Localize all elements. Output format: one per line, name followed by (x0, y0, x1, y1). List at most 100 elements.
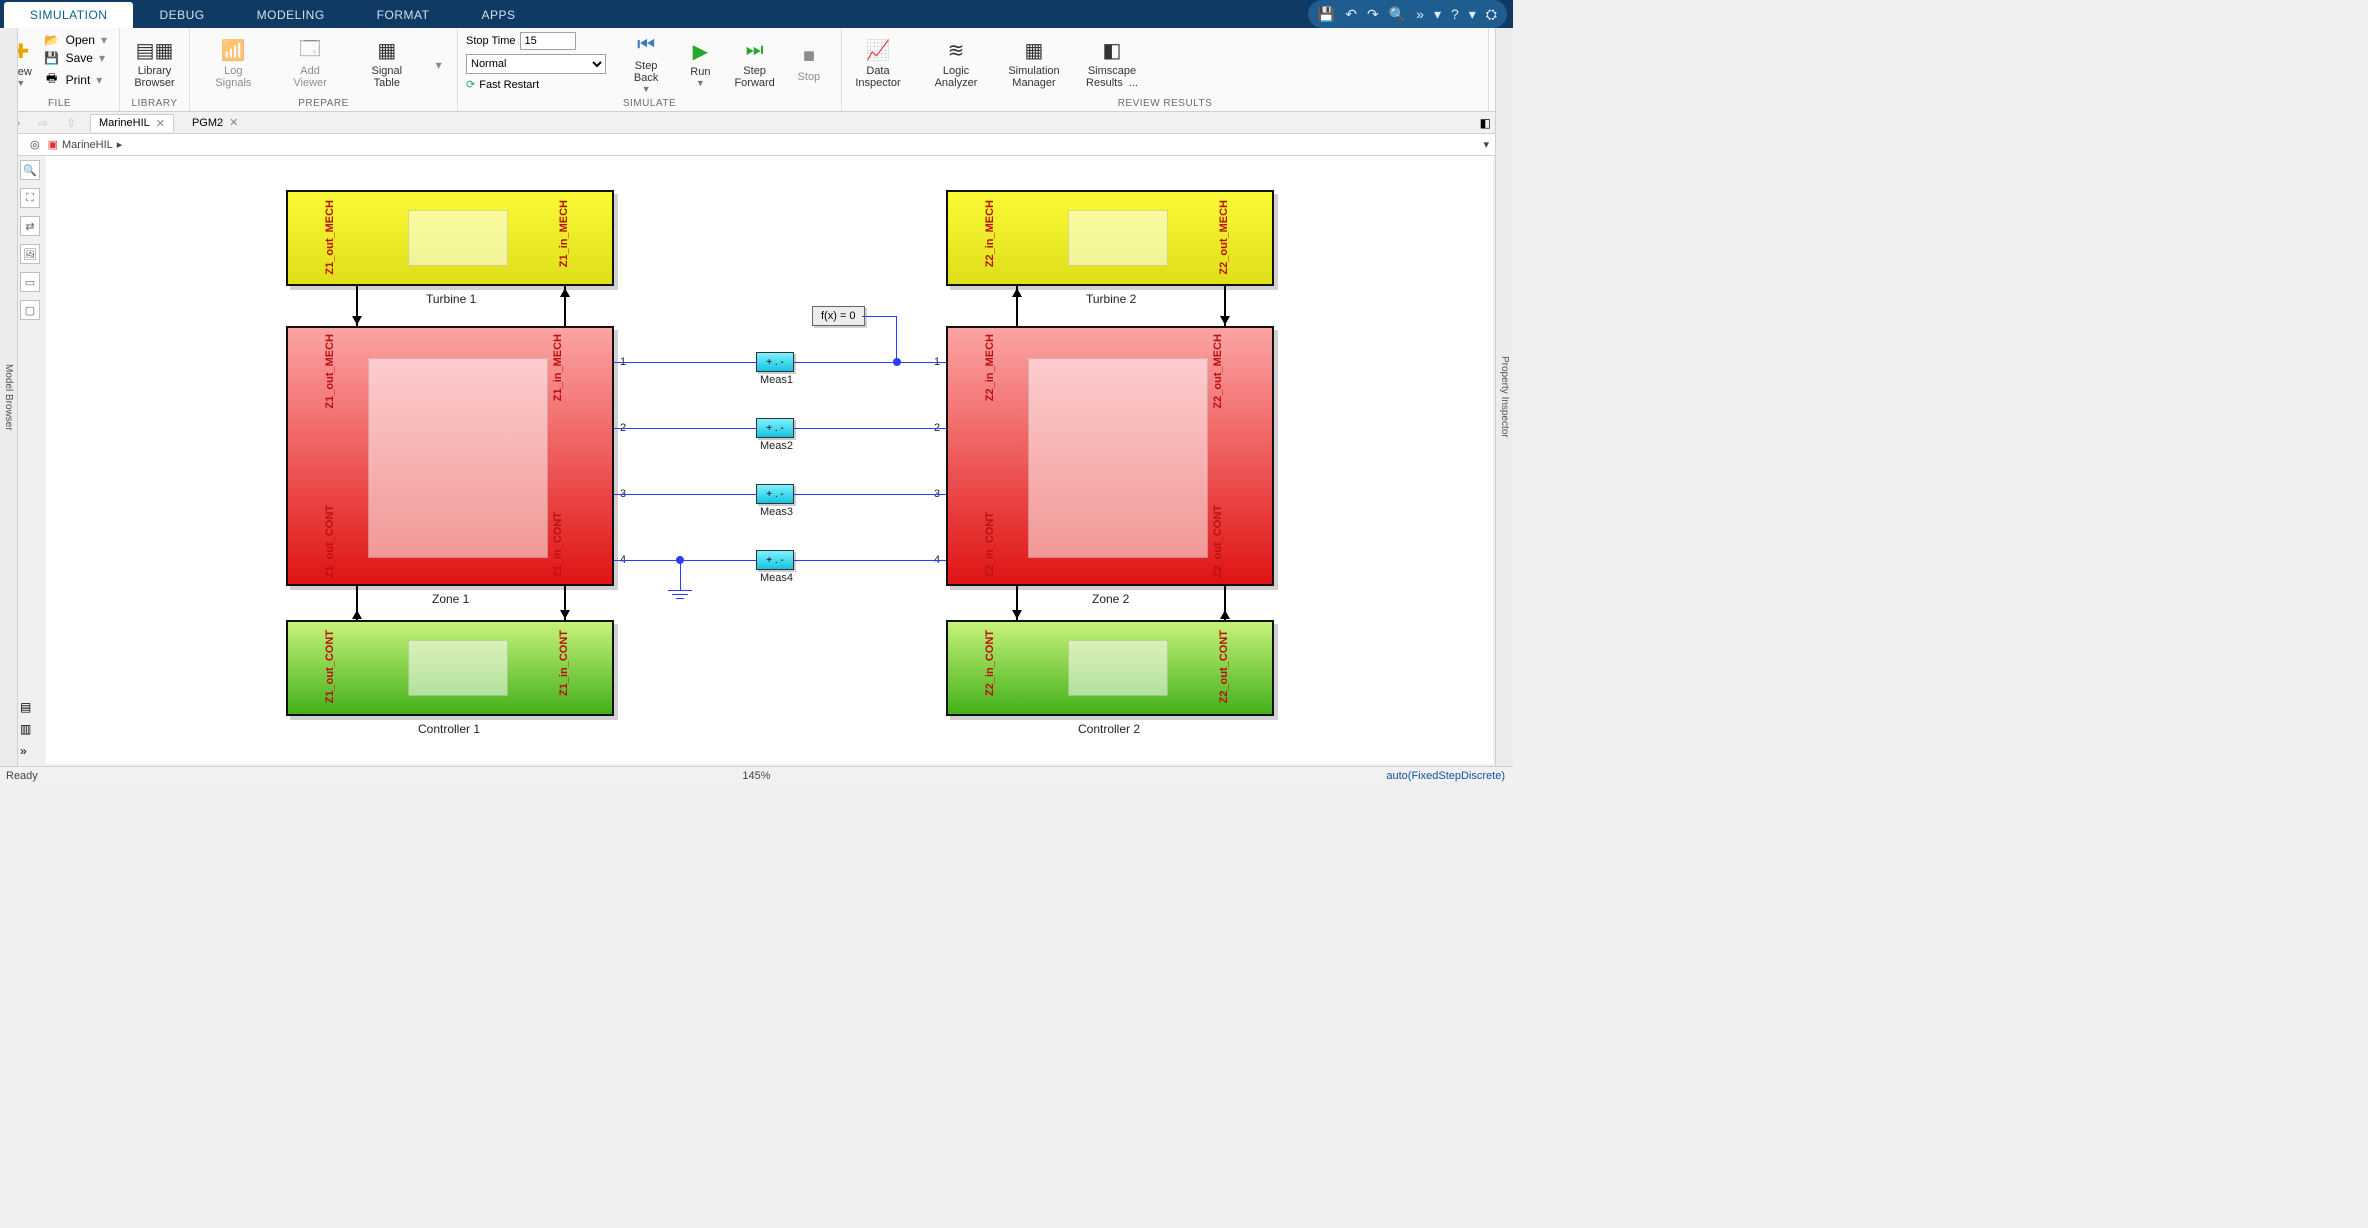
toolstrip-tabs: SIMULATION DEBUG MODELING FORMAT APPS 💾 … (0, 0, 1513, 28)
ground-symbol (676, 598, 684, 599)
close-icon[interactable]: ✕ (156, 117, 165, 130)
label-turbine-2: Turbine 2 (1086, 292, 1136, 306)
logic-analyzer-button[interactable]: ≋Logic Analyzer (928, 32, 984, 94)
port-z2-out-mech: Z2_out_MECH (1212, 334, 1224, 409)
stoptime-input[interactable] (520, 32, 576, 50)
save-button[interactable]: 💾Save▾ (40, 50, 111, 66)
label-zone-1: Zone 1 (432, 592, 469, 606)
arrows-icon[interactable]: ⇄ (20, 216, 40, 236)
library-icon: ▤▦ (136, 37, 174, 65)
target-icon[interactable]: ◎ (30, 138, 40, 151)
tab-simulation[interactable]: SIMULATION (4, 2, 133, 28)
run-label: Run (690, 66, 710, 78)
stop-button[interactable]: ■Stop (785, 32, 833, 94)
block-controller-2[interactable]: Z2_in_CONT Z2_out_CONT (946, 620, 1274, 716)
box-icon[interactable]: ▭ (20, 272, 40, 292)
label-controller-2: Controller 2 (1078, 722, 1140, 736)
print-button[interactable]: 🖶Print▾ (40, 68, 111, 91)
tab-modeling[interactable]: MODELING (231, 2, 351, 28)
block-controller-1[interactable]: Z1_out_CONT Z1_in_CONT (286, 620, 614, 716)
tab-format[interactable]: FORMAT (351, 2, 456, 28)
zoom-area-icon[interactable]: 🔍 (20, 160, 40, 180)
folder-icon: 📂 (44, 33, 60, 47)
nav-up-icon[interactable]: ⇧ (62, 114, 80, 132)
redo-icon[interactable]: ↷ (1367, 6, 1379, 23)
undo-icon[interactable]: ↶ (1345, 6, 1357, 23)
prepare-more-icon[interactable]: ▾ (436, 58, 442, 72)
restart-icon: ⟳ (466, 78, 475, 91)
log-signals-button[interactable]: 📶Log Signals (205, 32, 261, 94)
tab-debug[interactable]: DEBUG (133, 2, 230, 28)
step-forward-button[interactable]: ⏭Step Forward (731, 32, 779, 94)
save-label: Save (66, 51, 93, 65)
fit-icon[interactable]: ⛶ (20, 188, 40, 208)
dropdown2-icon[interactable]: ▾ (1469, 6, 1476, 23)
property-inspector-rail[interactable]: Property Inspector (1495, 28, 1513, 766)
close-icon[interactable]: ✕ (229, 116, 238, 129)
solver-block[interactable]: f(x) = 0 (812, 306, 865, 326)
solver-node (893, 358, 901, 366)
rect-icon[interactable]: ▢ (20, 300, 40, 320)
library-label: Library Browser (134, 65, 174, 89)
dropdown-icon[interactable]: ▾ (1434, 6, 1441, 23)
block-turbine-1[interactable]: Z1_out_MECH Z1_in_MECH (286, 190, 614, 286)
doc-tab-1[interactable]: MarineHIL✕ (90, 114, 174, 132)
step-back-button[interactable]: ⏮Step Back▼ (622, 32, 670, 94)
data-inspector-button[interactable]: 📈Data Inspector (850, 32, 906, 94)
canvas-palette-bottom: ▤ ▥ » (20, 700, 44, 758)
xml-icon[interactable]: » (1416, 6, 1424, 22)
stepback-label: Step Back (634, 60, 658, 84)
doctab2-label: PGM2 (192, 117, 223, 129)
port-z1-in-mech-t: Z1_in_MECH (558, 200, 570, 267)
expand-icon[interactable]: » (20, 744, 44, 758)
status-zoom: 145% (742, 770, 770, 782)
quick-access: 💾 ↶ ↷ 🔍 » ▾ ? ▾ ⛭ (1308, 0, 1507, 28)
block-meas-2[interactable]: + . - (756, 418, 794, 438)
simscape-results-button[interactable]: ◧Simscape Results ... (1084, 32, 1140, 94)
block-turbine-2[interactable]: Z2_in_MECH Z2_out_MECH (946, 190, 1274, 286)
add-viewer-button[interactable]: 🗔Add Viewer (282, 32, 338, 94)
crumb-dropdown-icon[interactable]: ▾ (1483, 138, 1489, 151)
nav-fwd-icon[interactable]: ⇨ (34, 114, 52, 132)
fast-restart-button[interactable]: ⟳Fast Restart (466, 78, 606, 91)
open-button[interactable]: 📂Open▾ (40, 32, 111, 48)
label-zone-2: Zone 2 (1092, 592, 1129, 606)
block-zone-1[interactable]: Z1_out_MECH Z1_in_MECH Z1_out_CONT Z1_in… (286, 326, 614, 586)
canvas-palette: 🔍 ⛶ ⇄ 🖼 ▭ ▢ (20, 160, 44, 320)
step-fwd-icon: ⏭ (746, 37, 764, 65)
crumb-root[interactable]: MarineHIL (62, 139, 113, 151)
simmgr-label: Simulation Manager (1008, 65, 1059, 89)
tab-apps[interactable]: APPS (455, 2, 541, 28)
image-icon[interactable]: 🖼 (20, 244, 40, 264)
doc-tab-2[interactable]: PGM2 ✕ (184, 114, 246, 131)
printer-icon: 🖶 (44, 69, 60, 90)
library-browser-button[interactable]: ▤▦ Library Browser (128, 32, 181, 94)
document-tabs: ⇦ ⇨ ⇧ MarineHIL✕ PGM2✕ ◧ (0, 112, 1513, 134)
sim-mode-select[interactable]: Normal (466, 54, 606, 74)
help-icon[interactable]: ? (1451, 6, 1459, 22)
run-button[interactable]: ▶Run▼ (676, 32, 724, 94)
breadcrumb: ◎ ▣ MarineHIL ▸ ▾ (0, 134, 1513, 156)
model-browser-rail[interactable]: Model Browser (0, 28, 18, 766)
group-library-title: LIBRARY (128, 98, 181, 109)
model-canvas[interactable]: Z1_out_MECH Z1_in_MECH Turbine 1 Z1_out_… (46, 156, 1493, 764)
gear-icon[interactable]: ⛭ (1486, 6, 1497, 23)
stop-label: Stop (798, 71, 821, 83)
signal-table-button[interactable]: ▦Signal Table (359, 32, 415, 94)
block-zone-2[interactable]: Z2_in_MECH Z2_out_MECH Z2_in_CONT Z2_out… (946, 326, 1274, 586)
save-icon[interactable]: 💾 (1318, 6, 1335, 23)
simulation-manager-button[interactable]: ▦Simulation Manager (1006, 32, 1062, 94)
search-icon[interactable]: 🔍 (1389, 6, 1406, 23)
block-meas-4[interactable]: + . - (756, 550, 794, 570)
logic-icon: ≋ (948, 37, 965, 65)
block-meas-3[interactable]: + . - (756, 484, 794, 504)
status-solver[interactable]: auto(FixedStepDiscrete) (1386, 770, 1505, 782)
block-meas-1[interactable]: + . - (756, 352, 794, 372)
port-z2-in-cont-c: Z2_in_CONT (984, 630, 996, 696)
layers-icon[interactable]: ▤ (20, 700, 44, 714)
maximize-icon[interactable]: ◧ (1480, 116, 1491, 130)
disk-icon: 💾 (44, 51, 60, 65)
pages-icon[interactable]: ▥ (20, 722, 44, 736)
port-z2-in-cont: Z2_in_CONT (984, 512, 996, 578)
port-z1-in-cont-c: Z1_in_CONT (558, 630, 570, 696)
